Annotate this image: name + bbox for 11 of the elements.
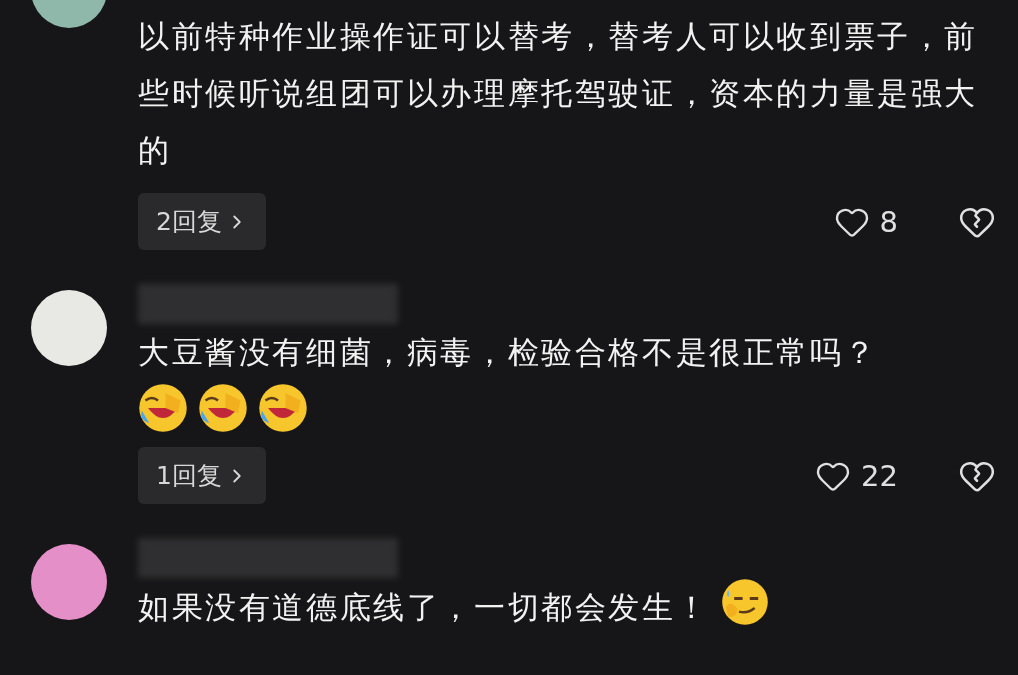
smirking-emoji-icon [721,578,770,626]
like-button[interactable]: 22 [815,457,898,494]
replies-button[interactable]: 2回复 [138,193,266,250]
like-button[interactable]: 8 [833,203,898,240]
laughing-crying-emoji-icon [258,383,308,433]
comment-text: 大豆酱没有细菌，病毒，检验合格不是很正常吗？ [138,333,879,372]
comment-text: 以前特种作业操作证可以替考，替考人可以收到票子，前些时候听说组团可以办理摩托驾驶证，资本的力量是强大的 [138,17,979,170]
laughing-crying-emoji-icon [138,383,188,433]
comment-text: 如果没有道德底线了，一切都会发生！ [138,578,998,644]
replies-button[interactable]: 1回复 [138,447,266,504]
laughing-crying-emoji-icon [198,383,248,433]
